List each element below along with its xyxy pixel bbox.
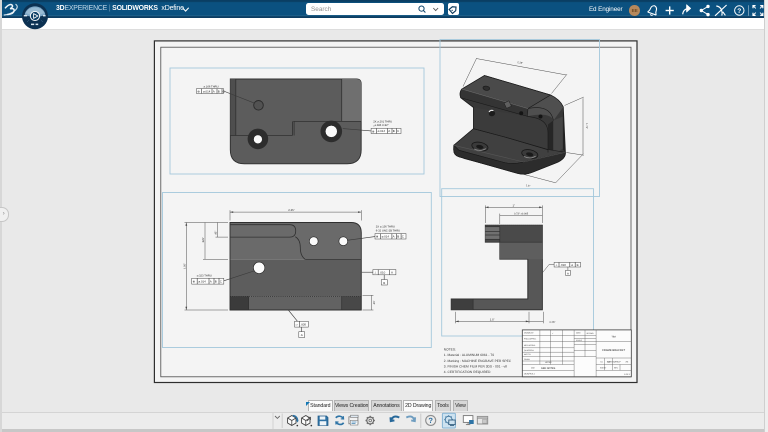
svg-text:1. Material : ALUMINUM 6061 -: 1. Material : ALUMINUM 6061 - T6: [444, 353, 495, 357]
svg-text:3. FINISH CHEM FILM PER 3DS -: 3. FINISH CHEM FILM PER 3DS - 001 - v8: [444, 364, 507, 368]
svg-text:⌀.014: ⌀.014: [203, 89, 211, 93]
svg-text:PROJ APPRVL: PROJ APPRVL: [524, 338, 536, 341]
svg-text:4. CERTIFICATION REQUIRED: 4. CERTIFICATION REQUIRED: [444, 370, 491, 374]
svg-text:3D DWG: 3D DWG: [587, 332, 595, 335]
svg-text:.010: .010: [380, 271, 386, 275]
svg-text:DIM: DIM: [531, 367, 535, 370]
svg-text:DRAWN BY: DRAWN BY: [524, 332, 534, 335]
svg-text:1": 1": [513, 203, 516, 207]
svg-text:1 OF 1: 1 OF 1: [624, 373, 631, 376]
svg-text:.25": .25": [373, 300, 376, 305]
svg-text:QA APPRVL: QA APPRVL: [524, 349, 534, 352]
svg-text:C: C: [220, 280, 222, 284]
svg-text:A: A: [301, 333, 303, 337]
svg-text:B: B: [393, 129, 395, 133]
svg-text:6-32 UNC-2B THRU: 6-32 UNC-2B THRU: [376, 230, 400, 233]
svg-text:A: A: [391, 271, 393, 275]
svg-text:A: A: [571, 263, 573, 267]
svg-text:⌀.014: ⌀.014: [378, 129, 386, 133]
svg-text:1.73": 1.73": [585, 123, 588, 129]
svg-text:A: A: [213, 89, 215, 93]
svg-text:.010: .010: [560, 263, 566, 267]
svg-text:C: C: [397, 129, 399, 133]
svg-text:SEE NOTES: SEE NOTES: [541, 367, 556, 370]
svg-text:B: B: [383, 281, 385, 285]
svg-text:MAT-TN: MAT-TN: [524, 353, 531, 356]
svg-text:.45": .45": [215, 231, 218, 236]
svg-text:?: ?: [737, 8, 741, 15]
svg-text:0.25": 0.25": [550, 321, 556, 324]
svg-text:DWN: DWN: [576, 332, 581, 335]
svg-text:2X ⌀.201 THRU: 2X ⌀.201 THRU: [373, 121, 392, 124]
svg-text:1.50": 1.50": [183, 263, 186, 269]
svg-text:⌀.014: ⌀.014: [382, 235, 390, 239]
svg-text:?: ?: [428, 416, 433, 425]
svg-text:B: B: [218, 89, 220, 93]
svg-text:2X ⌀.136 THRU: 2X ⌀.136 THRU: [376, 226, 395, 229]
svg-text:B: B: [397, 235, 399, 239]
svg-text:B: B: [577, 263, 579, 267]
svg-text:0.73" ±0.005: 0.73" ±0.005: [514, 213, 529, 216]
svg-text:FINISH: FINISH: [524, 358, 531, 361]
svg-text:.005: .005: [300, 322, 306, 326]
svg-text:C: C: [402, 235, 404, 239]
svg-text:FRAME BRACKET: FRAME BRACKET: [602, 349, 625, 352]
svg-text:A: A: [388, 129, 390, 133]
svg-text:2. Marking : MACHINE ENGRAVE P: 2. Marking : MACHINE ENGRAVE PER SPEC: [444, 359, 512, 363]
svg-text:UOS/TOL±: UOS/TOL±: [524, 373, 536, 376]
svg-text:A: A: [210, 280, 212, 284]
svg-text:1.5": 1.5": [490, 317, 495, 321]
svg-text:⌀.014: ⌀.014: [198, 280, 206, 284]
svg-text:2.25": 2.25": [288, 208, 294, 212]
svg-text:TBA: TBA: [611, 335, 616, 338]
svg-text:NOTES: NOTES: [545, 361, 552, 364]
svg-text:⌀.166 THRU: ⌀.166 THRU: [204, 86, 219, 89]
svg-text:C: C: [223, 89, 225, 93]
svg-text:A: A: [393, 235, 395, 239]
svg-text:⌀.323 THRU: ⌀.323 THRU: [197, 274, 212, 277]
svg-text:A: A: [567, 271, 569, 275]
svg-text:SHEET: SHEET: [600, 367, 607, 370]
svg-text:B: B: [215, 280, 217, 284]
svg-text:.925": .925": [202, 237, 205, 243]
svg-text:SCALE: SCALE: [576, 339, 583, 342]
svg-text:MFG APPRVL: MFG APPRVL: [524, 344, 535, 347]
svg-text:NOTES:: NOTES:: [444, 348, 456, 352]
svg-text:⌞⌀.385 X 82°: ⌞⌀.385 X 82°: [373, 124, 388, 127]
